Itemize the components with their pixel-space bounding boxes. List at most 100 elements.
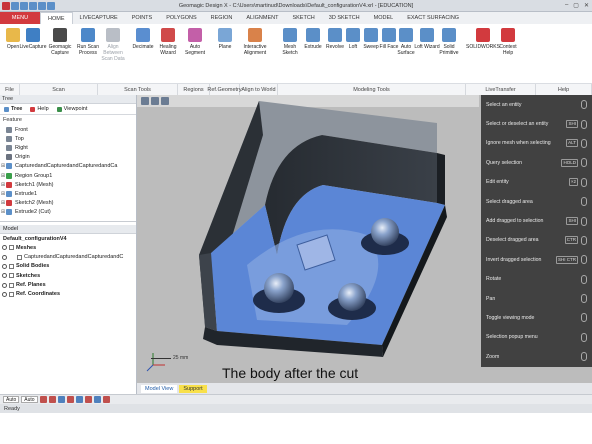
tree-item[interactable]: Origin [0,153,136,162]
panel-splitter[interactable] [0,220,136,222]
visibility-checkbox[interactable] [9,245,14,251]
geomagic-capture-button[interactable]: Geomagic Capture [47,28,73,74]
close-icon[interactable]: ✕ [584,2,589,9]
button-label: Healing Wizard [159,44,177,56]
tree-panel-header: Tree [0,95,136,104]
interactive-alignment-button[interactable]: Interactive Alignment [242,28,268,74]
title-bar: Geomagic Design X - C:\Users\martinud\Do… [0,0,592,12]
model-item[interactable]: Ref. Coordinates [0,290,136,299]
tab-region[interactable]: REGION [204,12,240,24]
visibility-checkbox[interactable] [9,282,14,288]
button-label: Context Help [499,44,517,56]
view-iso-icon[interactable] [93,396,101,403]
visibility-checkbox[interactable] [9,273,14,279]
button-label: Geomagic Capture [48,44,72,56]
feature-tree: Front Top Right Origin ⊞ CapturedandCaptureda… [0,125,136,217]
mouse-help-item: Query selection HOLD [481,153,592,172]
subtab-viewpoint[interactable]: Viewpoint [56,106,87,112]
modifier-key-badge: HOLD [561,158,578,167]
mouse-help-item: Toggle viewing mode [481,308,592,327]
image-caption: The body after the cut [222,365,359,381]
tree-item[interactable]: ⊞ CapturedandCapturedandCapturedandCa [0,162,136,171]
subtab-tree[interactable]: Tree [4,106,22,112]
tab-menu[interactable]: MENU [0,12,40,24]
context-help-button[interactable]: Context Help [495,28,521,74]
mouse-icon [581,313,587,323]
tab-points[interactable]: POINTS [125,12,159,24]
3d-viewport[interactable]: Select an entity Select or deselect an en… [137,95,592,383]
filter-mode-select[interactable]: Auto [21,396,38,403]
selection-mode-select[interactable]: Auto [3,396,20,403]
tab-model[interactable]: MODEL [367,12,401,24]
tree-item-label: Extrude2 (Cut) [15,209,51,216]
modifier-key-badge: SHI CTR [556,255,578,264]
tab-livecapture[interactable]: LIVECAPTURE [73,12,125,24]
tree-item[interactable]: Top [0,134,136,143]
tab-polygons[interactable]: POLYGONS [159,12,203,24]
subtab-help[interactable]: Help [30,106,49,112]
livecapture-button[interactable]: LiveCapture [20,28,46,74]
feature-icon [6,200,12,207]
mouse-help-label: Zoom [486,353,500,360]
model-item[interactable]: CapturedandCapturedandCapturedandC [0,252,136,261]
tree-item[interactable]: Right [0,143,136,152]
tab-model-view[interactable]: Model View [141,384,178,393]
visibility-icon[interactable] [2,291,7,297]
solid-primitive-button[interactable]: Solid Primitive [436,28,462,74]
tab-3d-sketch[interactable]: 3D SKETCH [322,12,367,24]
display-mode-icon[interactable] [102,396,110,403]
tree-item[interactable]: ⊞ Extrude2 (Cut) [0,208,136,217]
lasso-icon[interactable] [48,396,56,403]
mouse-help-label: Pan [486,295,496,302]
plane-button[interactable]: Plane [212,28,238,74]
paint-icon[interactable] [66,396,74,403]
visibility-checkbox[interactable] [9,291,14,297]
mouse-help-item: Invert dragged selection SHI CTR [481,250,592,269]
tree-item-label: Front [15,126,28,133]
model-item-label: Default_configurationV4 [3,235,67,242]
mouse-help-item: Select or deselect an entity SHI [481,114,592,133]
tree-item[interactable]: ⊞ Extrude1 [0,189,136,198]
brush-icon[interactable] [57,396,65,403]
maximize-icon[interactable]: ▢ [573,2,579,9]
model-item[interactable]: Default_configurationV4 [0,234,136,243]
tree-item[interactable]: ⊞ Region Group1 [0,171,136,180]
model-item[interactable]: Meshes [0,243,136,252]
run-scan-process-button[interactable]: Run Scan Process [75,28,101,74]
view-top-icon[interactable] [84,396,92,403]
tree-item[interactable]: ⊞ Sketch2 (Mesh) [0,199,136,208]
model-item[interactable]: Sketches [0,271,136,280]
visibility-icon[interactable] [2,273,7,279]
mouse-help-label: Select dragged area [486,198,533,205]
tree-item[interactable]: ⊞ Sketch1 (Mesh) [0,180,136,189]
alignment-icon [248,28,262,42]
model-item[interactable]: Solid Bodies [0,262,136,271]
mouse-help-item: Select an entity [481,95,592,114]
tab-sketch[interactable]: SKETCH [285,12,321,24]
auto-segment-button[interactable]: Auto Segment [182,28,208,74]
visibility-icon[interactable] [2,254,7,260]
visibility-checkbox[interactable] [9,263,14,269]
visibility-icon[interactable] [2,245,7,251]
visibility-icon[interactable] [2,282,7,288]
tab-support[interactable]: Support [179,384,207,393]
window-title: Geomagic Design X - C:\Users\martinud\Do… [178,2,414,9]
model-item[interactable]: Ref. Planes [0,280,136,289]
healing-wizard-button[interactable]: Healing Wizard [155,28,181,74]
button-label: Open [6,44,20,50]
tab-alignment[interactable]: ALIGNMENT [239,12,285,24]
decimate-button[interactable]: Decimate [130,28,156,74]
visibility-icon[interactable] [2,263,7,269]
select-icon[interactable] [39,396,47,403]
tab-home[interactable]: HOME [40,12,73,24]
mouse-help-item: Add dragged to selection SHI [481,211,592,230]
feature-icon [6,163,12,170]
tab-exact-surfacing[interactable]: EXACT SURFACING [400,12,466,24]
tree-item[interactable]: Front [0,125,136,134]
loft-wizard-icon [420,28,434,42]
view-front-icon[interactable] [75,396,83,403]
solidworks-button[interactable]: SOLIDWORKS [466,28,500,74]
visibility-checkbox[interactable] [17,254,22,260]
minimize-icon[interactable]: – [565,2,568,9]
scale-bar-line [151,357,171,359]
